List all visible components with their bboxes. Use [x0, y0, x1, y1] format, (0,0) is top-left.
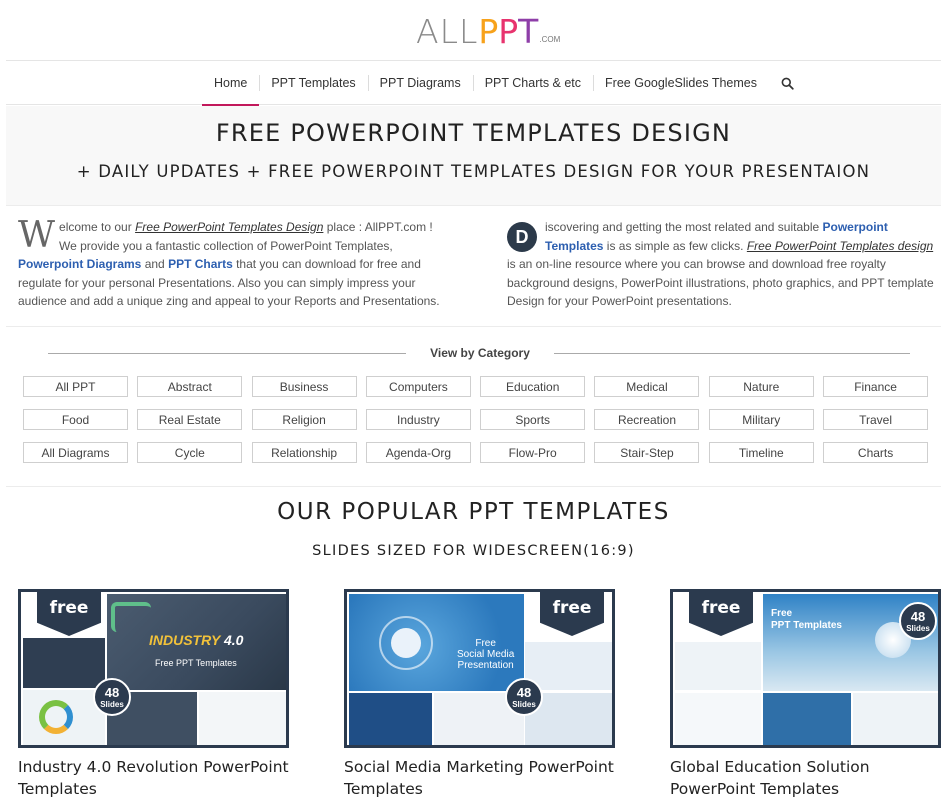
section-subtitle: SLIDES SIZED FOR WIDESCREEN(16:9): [312, 543, 635, 559]
category-button[interactable]: Computers: [365, 376, 471, 397]
free-ribbon: free: [540, 592, 604, 636]
template-card[interactable]: Free PPT Templates free 48 Slides Global E…: [670, 589, 941, 798]
template-thumbnail[interactable]: Free PPT Templates free 48 Slides: [670, 589, 941, 748]
header: ALL P P T .COM: [0, 0, 941, 60]
thumb-slide: [525, 642, 612, 690]
divider: [6, 486, 941, 487]
thumb-slide: [675, 693, 761, 745]
free-ribbon: free: [689, 592, 753, 636]
slide-count-badge: 48 Slides: [505, 678, 543, 716]
thumb-heading: INDUSTRY 4.0: [149, 632, 244, 648]
category-button[interactable]: Military: [708, 409, 814, 430]
link-powerpoint-diagrams[interactable]: Powerpoint Diagrams: [18, 257, 141, 271]
category-button[interactable]: Timeline: [708, 442, 814, 463]
nav-item-googleslides-themes[interactable]: Free GoogleSlides Themes: [593, 61, 769, 105]
intro-text: is as simple as few clicks.: [603, 238, 747, 253]
divider: [6, 326, 941, 327]
thumb-slide: [763, 693, 851, 745]
category-button[interactable]: Industry: [365, 409, 471, 430]
template-thumbnail[interactable]: INDUSTRY 4.0 Free PPT Templates free 48 S…: [18, 589, 289, 748]
template-card[interactable]: INDUSTRY 4.0 Free PPT Templates free 48 S…: [18, 589, 289, 798]
intro-text: elcome to our: [59, 220, 136, 234]
category-button[interactable]: Religion: [251, 409, 357, 430]
category-button[interactable]: Food: [23, 409, 128, 430]
category-button[interactable]: Charts: [823, 442, 929, 463]
category-button[interactable]: Stair-Step: [594, 442, 700, 463]
hero-banner: FREE POWERPOINT TEMPLATES DESIGN + DAILY…: [6, 106, 941, 206]
category-button[interactable]: Education: [480, 376, 586, 397]
thumb-slide: [199, 692, 286, 745]
thumb-slide: [853, 693, 938, 745]
page-subtitle: + DAILY UPDATES + FREE POWERPOINT TEMPLA…: [76, 162, 871, 181]
intro-right: Discovering and getting the most related…: [507, 218, 935, 311]
thumb-heading: Free Social Media Presentation: [457, 638, 515, 671]
search-icon[interactable]: [773, 61, 803, 105]
category-button[interactable]: Cycle: [137, 442, 243, 463]
page-title: FREE POWERPOINT TEMPLATES DESIGN: [215, 119, 732, 147]
slide-count-badge: 48 Slides: [93, 678, 131, 716]
template-title[interactable]: Global Education Solution PowerPoint Tem…: [670, 756, 941, 798]
divider: [48, 353, 406, 354]
thumb-slide: [675, 642, 761, 690]
category-button[interactable]: Real Estate: [137, 409, 243, 430]
category-button[interactable]: Medical: [594, 376, 700, 397]
section-title: OUR POPULAR PPT TEMPLATES: [277, 499, 670, 525]
category-button[interactable]: All Diagrams: [23, 442, 128, 463]
link-free-templates-design[interactable]: Free PowerPoint Templates Design: [135, 220, 323, 234]
nav-item-ppt-diagrams[interactable]: PPT Diagrams: [367, 61, 473, 105]
template-card[interactable]: Free Social Media Presentation free 48 Slid…: [344, 589, 615, 798]
link-ppt-charts[interactable]: PPT Charts: [168, 257, 233, 271]
category-button[interactable]: Business: [251, 376, 357, 397]
template-title[interactable]: Social Media Marketing PowerPoint Templa…: [344, 756, 615, 798]
category-button[interactable]: Travel: [823, 409, 929, 430]
link-free-templates-design-2[interactable]: Free PowerPoint Templates design: [747, 239, 933, 253]
category-button[interactable]: Agenda-Org: [365, 442, 471, 463]
logo-text-p1: P: [478, 12, 499, 51]
divider: [554, 353, 910, 354]
category-button[interactable]: Nature: [708, 376, 814, 397]
category-button[interactable]: Flow-Pro: [480, 442, 586, 463]
logo-text-p2: P: [498, 12, 519, 51]
category-button[interactable]: Recreation: [594, 409, 700, 430]
dropcap-d: D: [507, 222, 537, 252]
logo-text-all: ALL: [416, 12, 479, 51]
category-button[interactable]: Relationship: [251, 442, 357, 463]
slide-count-badge: 48 Slides: [899, 602, 937, 640]
intro-text: is an on-line resource where you can bro…: [507, 257, 934, 308]
category-button[interactable]: Finance: [823, 376, 929, 397]
main-nav: Home PPT Templates PPT Diagrams PPT Char…: [6, 60, 941, 106]
category-grid: All PPT Abstract Business Computers Educ…: [23, 376, 929, 463]
intro-text: iscovering and getting the most related …: [545, 220, 823, 234]
site-logo[interactable]: ALL P P T .COM: [416, 12, 560, 48]
thumb-slide: [23, 638, 105, 688]
nav-item-ppt-templates[interactable]: PPT Templates: [259, 61, 367, 105]
nav-item-home[interactable]: Home: [202, 61, 260, 106]
robot-arm-graphic: [111, 602, 151, 632]
category-title: View by Category: [430, 346, 530, 360]
template-thumbnail[interactable]: Free Social Media Presentation free 48 Slid…: [344, 589, 615, 748]
category-button[interactable]: Sports: [480, 409, 586, 430]
category-button[interactable]: Abstract: [137, 376, 243, 397]
intro-text: and: [141, 257, 169, 271]
nav-item-ppt-charts[interactable]: PPT Charts & etc: [472, 61, 593, 105]
logo-text-t: T: [518, 12, 539, 51]
thumb-heading: Free PPT Templates: [771, 608, 842, 631]
template-title[interactable]: Industry 4.0 Revolution PowerPoint Templ…: [18, 756, 289, 798]
thumb-slide: [349, 693, 432, 745]
category-header: View by Category: [48, 340, 910, 366]
category-button[interactable]: All PPT: [23, 376, 128, 397]
logo-text-com: .COM: [539, 35, 561, 44]
free-ribbon: free: [37, 592, 101, 636]
thumb-subtitle: Free PPT Templates: [155, 658, 237, 668]
intro-left: Welcome to our Free PowerPoint Templates…: [18, 218, 448, 311]
dropcap-w: W: [18, 215, 56, 256]
